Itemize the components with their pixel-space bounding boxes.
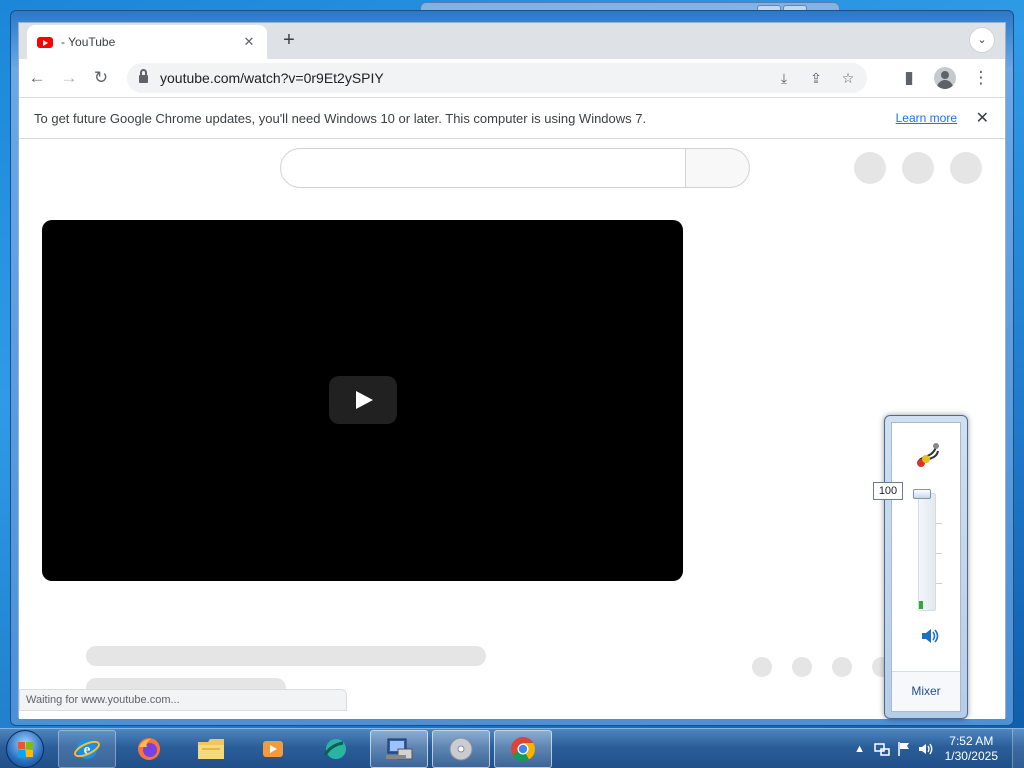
youtube-search-input[interactable]: [280, 148, 686, 188]
skeleton-title: [86, 646, 486, 666]
lock-icon[interactable]: [139, 68, 148, 84]
mixer-area: Mixer: [892, 671, 960, 711]
setup-computer-icon: [386, 738, 413, 760]
youtube-search-button[interactable]: [686, 148, 750, 188]
url-text[interactable]: youtube.com/watch?v=0r9Et2ySPIY: [160, 70, 384, 86]
volume-peak-meter: [919, 601, 923, 609]
speaker-mute-icon[interactable]: [920, 627, 940, 645]
show-hidden-icons-icon[interactable]: ▲: [851, 740, 869, 758]
install-app-icon[interactable]: ⤓: [773, 67, 795, 89]
play-button-icon[interactable]: [329, 376, 397, 424]
skeleton-icon: [854, 152, 886, 184]
show-desktop-button[interactable]: [1012, 729, 1024, 768]
clock-time: 7:52 AM: [949, 734, 994, 748]
youtube-favicon-icon: [37, 36, 53, 48]
ie-taskbar-button[interactable]: e: [58, 730, 116, 768]
action-center-flag-icon[interactable]: [895, 740, 913, 758]
infobar-close-icon[interactable]: ✕: [976, 108, 989, 128]
bookmark-star-icon[interactable]: ☆: [837, 67, 859, 89]
back-arrow-icon[interactable]: ←: [23, 64, 51, 92]
internet-explorer-icon: e: [74, 739, 100, 759]
folder-icon: [198, 739, 224, 759]
volume-level-readout: 100: [873, 482, 903, 500]
disc-icon: [449, 737, 473, 761]
chrome-taskbar-button[interactable]: [494, 730, 552, 768]
volume-slider-thumb[interactable]: [913, 489, 931, 499]
menu-dots-icon[interactable]: ⋮: [967, 64, 995, 92]
reload-icon[interactable]: ↻: [87, 64, 115, 92]
teal-app-icon: [323, 739, 346, 759]
volume-tick: [936, 553, 942, 554]
profile-button[interactable]: [931, 64, 959, 92]
new-tab-button[interactable]: +: [277, 29, 301, 53]
page-content: Waiting for www.youtube.com...: [19, 140, 1005, 719]
app-taskbar-button[interactable]: [306, 730, 364, 768]
side-panel-icon[interactable]: ▮: [895, 64, 923, 92]
chrome-icon: [511, 737, 535, 762]
volume-tick: [936, 583, 942, 584]
system-tray: ▲ 7:52 AM 1/30/2025: [849, 729, 1024, 768]
tab-title: - YouTube: [61, 35, 116, 49]
setup-taskbar-button[interactable]: [370, 730, 428, 768]
start-button[interactable]: [6, 730, 44, 768]
forward-arrow-icon[interactable]: →: [55, 64, 83, 92]
learn-more-link[interactable]: Learn more: [896, 111, 957, 125]
volume-tray-icon[interactable]: [917, 740, 935, 758]
skeleton-icon: [902, 152, 934, 184]
tab-youtube[interactable]: - YouTube ✕: [27, 25, 267, 59]
chrome-window: - YouTube ✕ + ⌄ ← → ↻ youtube.com/watch?…: [18, 22, 1006, 719]
address-bar[interactable]: youtube.com/watch?v=0r9Et2ySPIY ⤓ ⇪ ☆: [127, 63, 867, 93]
media-player-icon: [263, 741, 283, 757]
status-bar: Waiting for www.youtube.com...: [19, 689, 347, 711]
taskbar: e ▲ 7:52 AM 1/30/2025: [0, 728, 1024, 768]
volume-flyout: Mixer 100: [873, 415, 968, 719]
volume-slider-track[interactable]: [918, 493, 936, 611]
volume-tick: [936, 523, 942, 524]
share-icon[interactable]: ⇪: [805, 67, 827, 89]
tab-close-icon[interactable]: ✕: [241, 34, 257, 50]
skeleton-action: [792, 657, 812, 677]
speakers-device-icon[interactable]: [914, 437, 942, 469]
mixer-link[interactable]: Mixer: [892, 684, 960, 698]
video-player[interactable]: [42, 220, 683, 581]
avatar-icon: [934, 67, 956, 89]
skeleton-avatar: [950, 152, 982, 184]
clock-date: 1/30/2025: [944, 749, 998, 763]
explorer-taskbar-button[interactable]: [182, 730, 240, 768]
skeleton-action: [752, 657, 772, 677]
windows-logo-icon: [18, 742, 33, 757]
firefox-taskbar-button[interactable]: [120, 730, 178, 768]
tab-search-chevron-icon[interactable]: ⌄: [969, 27, 995, 53]
update-infobar: To get future Google Chrome updates, you…: [19, 97, 1005, 139]
media-player-taskbar-button[interactable]: [244, 730, 302, 768]
tab-strip: - YouTube ✕ + ⌄: [19, 23, 1005, 59]
infobar-message: To get future Google Chrome updates, you…: [34, 110, 647, 126]
clock[interactable]: 7:52 AM 1/30/2025: [945, 734, 998, 764]
skeleton-action: [832, 657, 852, 677]
disc-taskbar-button[interactable]: [432, 730, 490, 768]
network-icon[interactable]: [873, 740, 891, 758]
firefox-icon: [138, 738, 160, 760]
toolbar: ← → ↻ youtube.com/watch?v=0r9Et2ySPIY ⤓ …: [19, 59, 1005, 97]
